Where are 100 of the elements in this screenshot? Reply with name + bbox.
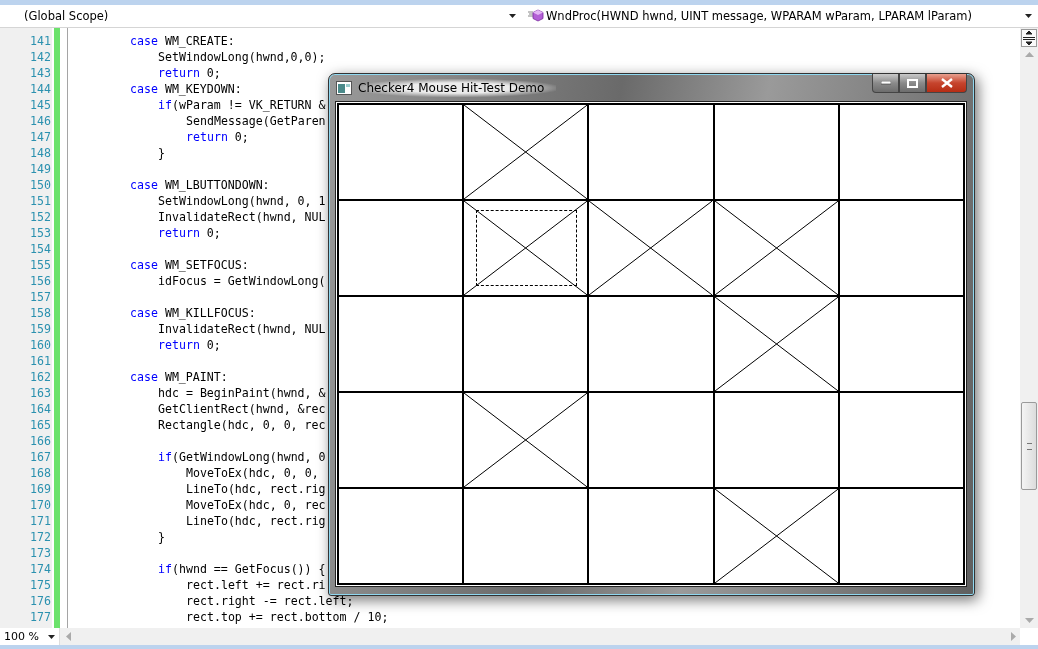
checker-cell[interactable] bbox=[338, 200, 464, 296]
checker-cell[interactable] bbox=[838, 296, 964, 392]
code-line: InvalidateRect(hwnd, NUL bbox=[158, 322, 326, 336]
caret-icon bbox=[1025, 14, 1032, 18]
code-line: if(wParam != VK_RETURN & bbox=[158, 98, 326, 112]
code-line: SendMessage(GetParen bbox=[186, 114, 326, 128]
line-number: 167 bbox=[30, 450, 51, 464]
checker-cell[interactable] bbox=[713, 200, 839, 296]
checker-cell[interactable] bbox=[838, 200, 964, 296]
line-number: 176 bbox=[30, 594, 51, 608]
code-line: Rectangle(hdc, 0, 0, rec bbox=[158, 418, 326, 432]
checker-cell[interactable] bbox=[588, 392, 714, 488]
code-line: case WM_LBUTTONDOWN: bbox=[130, 178, 270, 192]
checker-cell[interactable] bbox=[588, 104, 714, 200]
minimize-button[interactable] bbox=[872, 74, 899, 93]
code-line: rect.right -= rect.left; bbox=[186, 594, 354, 608]
checker-cell[interactable] bbox=[338, 296, 464, 392]
code-line: return 0; bbox=[158, 338, 221, 352]
line-number: 144 bbox=[30, 82, 51, 96]
line-number: 156 bbox=[30, 274, 51, 288]
line-number: 173 bbox=[30, 546, 51, 560]
line-number: 145 bbox=[30, 98, 51, 112]
line-number: 154 bbox=[30, 242, 51, 256]
line-number: 158 bbox=[30, 306, 51, 320]
line-number: 169 bbox=[30, 482, 51, 496]
checker-cell[interactable] bbox=[838, 392, 964, 488]
code-line: InvalidateRect(hwnd, NUL bbox=[158, 210, 326, 224]
line-number: 174 bbox=[30, 562, 51, 576]
code-line: if(GetWindowLong(hwnd, 0 bbox=[158, 450, 326, 464]
checker-cell[interactable] bbox=[713, 296, 839, 392]
code-line: return 0; bbox=[158, 226, 221, 240]
line-number: 150 bbox=[30, 178, 51, 192]
checker-cell[interactable] bbox=[463, 392, 589, 488]
checker-cell[interactable] bbox=[463, 104, 589, 200]
maximize-icon bbox=[907, 78, 918, 88]
line-number: 152 bbox=[30, 210, 51, 224]
checker-cell[interactable] bbox=[588, 200, 714, 296]
line-number: 151 bbox=[30, 194, 51, 208]
checker-cell[interactable] bbox=[463, 200, 589, 296]
line-number: 141 bbox=[30, 34, 51, 48]
code-line: MoveToEx(hdc, 0, rec bbox=[186, 498, 326, 512]
code-line: LineTo(hdc, rect.rig bbox=[186, 482, 326, 496]
code-line: case WM_KILLFOCUS: bbox=[130, 306, 256, 320]
code-line: case WM_KEYDOWN: bbox=[130, 82, 242, 96]
checker-cell[interactable] bbox=[838, 488, 964, 584]
line-number: 147 bbox=[30, 130, 51, 144]
maximize-button[interactable] bbox=[899, 74, 926, 93]
line-number: 164 bbox=[30, 402, 51, 416]
line-number: 172 bbox=[30, 530, 51, 544]
checker-cell[interactable] bbox=[713, 104, 839, 200]
code-line: } bbox=[158, 530, 165, 544]
code-line: return 0; bbox=[158, 66, 221, 80]
minimize-icon bbox=[880, 81, 891, 85]
window-title: Checker4 Mouse Hit-Test Demo bbox=[358, 78, 557, 97]
code-line: rect.top += rect.bottom / 10; bbox=[186, 610, 389, 624]
caret-icon bbox=[509, 14, 516, 18]
close-button[interactable] bbox=[926, 74, 967, 93]
code-line: GetClientRect(hwnd, &rec bbox=[158, 402, 326, 416]
code-line: case WM_CREATE: bbox=[130, 34, 235, 48]
scroll-thumb[interactable] bbox=[1021, 402, 1037, 490]
checker-cell[interactable] bbox=[588, 488, 714, 584]
line-number: 162 bbox=[30, 370, 51, 384]
line-number: 160 bbox=[30, 338, 51, 352]
code-line: idFocus = GetWindowLong( bbox=[158, 274, 326, 288]
checker-cell[interactable] bbox=[713, 488, 839, 584]
code-line: return 0; bbox=[186, 130, 249, 144]
checker-cell[interactable] bbox=[588, 296, 714, 392]
line-number: 157 bbox=[30, 290, 51, 304]
vertical-scrollbar[interactable] bbox=[1020, 28, 1038, 628]
code-line: SetWindowLong(hwnd, 0, 1 bbox=[158, 194, 326, 208]
checker-cell[interactable] bbox=[713, 392, 839, 488]
checker-cell[interactable] bbox=[338, 392, 464, 488]
code-line: MoveToEx(hdc, 0, 0, bbox=[186, 466, 319, 480]
line-number: 153 bbox=[30, 226, 51, 240]
cube-icon bbox=[528, 9, 544, 23]
checker-cell[interactable] bbox=[838, 104, 964, 200]
line-number: 171 bbox=[30, 514, 51, 528]
code-line: LineTo(hdc, rect.rig bbox=[186, 514, 326, 528]
close-icon bbox=[940, 78, 953, 88]
checker-cell[interactable] bbox=[463, 296, 589, 392]
split-icon[interactable] bbox=[1021, 29, 1037, 47]
code-line: hdc = BeginPaint(hwnd, & bbox=[158, 386, 326, 400]
line-number: 166 bbox=[30, 434, 51, 448]
checker-cell[interactable] bbox=[338, 104, 464, 200]
line-number: 161 bbox=[30, 354, 51, 368]
line-number: 170 bbox=[30, 498, 51, 512]
line-number: 177 bbox=[30, 610, 51, 624]
line-number: 168 bbox=[30, 466, 51, 480]
caret-icon bbox=[48, 634, 55, 639]
line-number: 143 bbox=[30, 66, 51, 80]
line-number: 175 bbox=[30, 578, 51, 592]
checker-cell[interactable] bbox=[338, 488, 464, 584]
code-line: if(hwnd == GetFocus()) { bbox=[158, 562, 326, 576]
line-number: 155 bbox=[30, 258, 51, 272]
code-line: SetWindowLong(hwnd,0,0); bbox=[158, 50, 326, 64]
code-line: case WM_SETFOCUS: bbox=[130, 258, 249, 272]
code-line: rect.left += rect.ri bbox=[186, 578, 326, 592]
checker-cell[interactable] bbox=[463, 488, 589, 584]
line-number: 165 bbox=[30, 418, 51, 432]
code-line: case WM_PAINT: bbox=[130, 370, 228, 384]
